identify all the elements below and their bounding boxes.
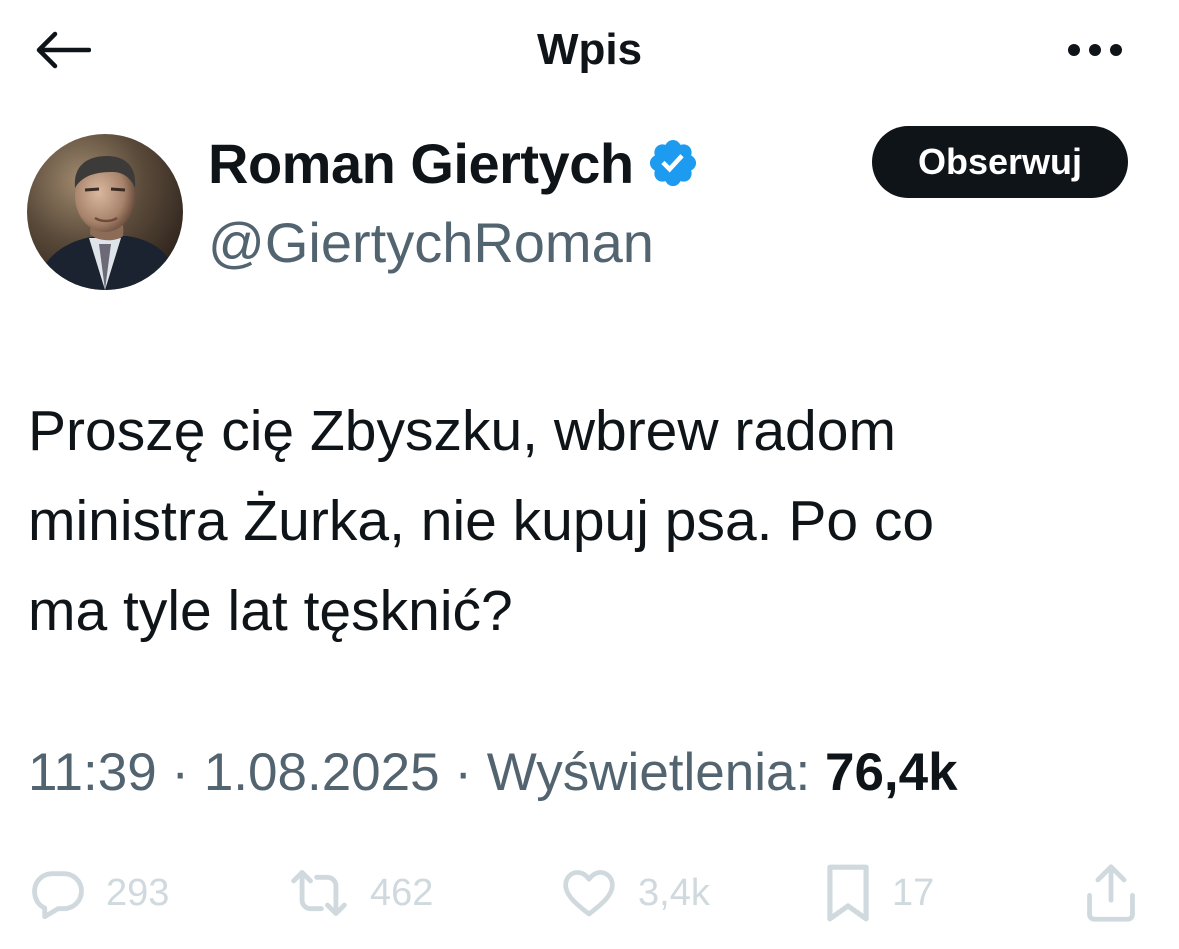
share-button[interactable] (1082, 858, 1140, 928)
tweet-date[interactable]: 1.08.2025 (204, 743, 440, 802)
bookmark-count: 17 (892, 871, 935, 914)
tweet-text-line: Proszę cię Zbyszku, wbrew radom (28, 399, 896, 463)
like-button[interactable]: 3,4k (558, 858, 710, 928)
bookmark-icon (827, 864, 869, 922)
tweet-text-line: ministra Żurka, nie kupuj psa. Po co (28, 489, 935, 553)
views-label: Wyświetlenia: (486, 743, 825, 802)
heart-icon (563, 870, 615, 917)
more-horizontal-icon (1068, 44, 1122, 56)
reply-button[interactable]: 293 (28, 858, 169, 928)
separator: · (439, 743, 487, 802)
avatar-image (27, 134, 183, 290)
tweet-text: Proszę cię Zbyszku, wbrew radom ministra… (28, 386, 1138, 656)
views-count[interactable]: 76,4k (825, 743, 958, 802)
tweet-meta: 11:39 · 1.08.2025 · Wyświetlenia: 76,4k (28, 738, 958, 808)
avatar[interactable] (27, 134, 183, 290)
reply-icon (32, 871, 84, 920)
bookmark-button[interactable]: 17 (822, 858, 934, 928)
like-count: 3,4k (638, 871, 710, 914)
page-title: Wpis (536, 25, 643, 74)
repost-icon (291, 870, 347, 916)
author-display-name[interactable]: Roman Giertych (208, 131, 634, 196)
verified-badge-icon[interactable] (646, 136, 700, 190)
author-name-row[interactable]: Roman Giertych (208, 128, 700, 198)
reply-count: 293 (106, 871, 170, 914)
tweet-text-line: ma tyle lat tęsknić? (28, 579, 513, 643)
share-icon (1087, 864, 1135, 922)
repost-count: 462 (370, 871, 434, 914)
tweet-actions: 293 462 3,4k 17 (0, 858, 1179, 938)
tweet-time[interactable]: 11:39 (28, 743, 157, 802)
separator: · (156, 743, 204, 802)
follow-button[interactable]: Obserwuj (872, 126, 1128, 198)
repost-button[interactable]: 462 (286, 858, 433, 928)
more-options-button[interactable] (1060, 22, 1130, 78)
author-handle[interactable]: @GiertychRoman (208, 208, 654, 278)
top-bar: Wpis (0, 0, 1179, 100)
